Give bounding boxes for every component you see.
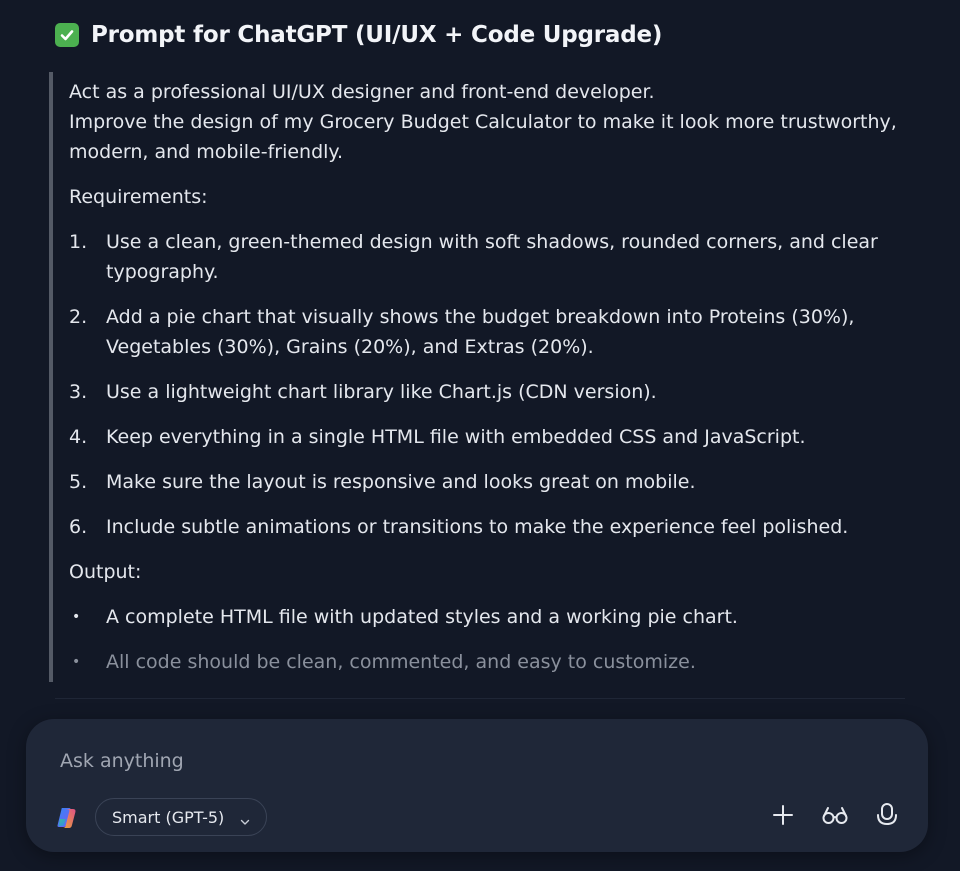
copilot-logo-icon (54, 805, 80, 831)
check-mark-button-icon (55, 23, 79, 47)
requirement-number: 3. (69, 381, 88, 403)
intro-line: modern, and mobile-friendly. (69, 141, 343, 163)
ask-input[interactable] (58, 743, 882, 779)
output-label: Output: (69, 561, 142, 583)
requirements-label: Requirements: (69, 186, 208, 208)
requirement-number: 2. (69, 306, 88, 328)
bullet-dot: • (72, 609, 81, 625)
requirement-text: Use a lightweight chart library like Cha… (106, 381, 657, 403)
requirement-number: 6. (69, 516, 88, 538)
divider (55, 698, 905, 699)
output-text: All code should be clean, commented, and… (106, 651, 696, 673)
requirement-number: 5. (69, 471, 88, 493)
chevron-down-icon (240, 812, 250, 825)
requirement-text: Include subtle animations or transitions… (106, 516, 849, 538)
requirement-text: Make sure the layout is responsive and l… (106, 471, 696, 493)
chat-composer: Smart (GPT-5) (26, 719, 928, 852)
response-heading: Prompt for ChatGPT (UI/UX + Code Upgrade… (55, 22, 662, 48)
heading-title: Prompt for ChatGPT (UI/UX + Code Upgrade… (91, 22, 663, 48)
requirement-number: 4. (69, 426, 88, 448)
microphone-icon (876, 802, 898, 832)
add-button[interactable] (767, 801, 799, 833)
intro-line: Act as a professional UI/UX designer and… (69, 81, 655, 103)
output-text: A complete HTML file with updated styles… (106, 606, 738, 628)
requirement-text: Vegetables (30%), Grains (20%), and Extr… (106, 336, 594, 358)
bullet-dot: • (72, 654, 81, 670)
prompt-blockquote: Act as a professional UI/UX designer and… (49, 72, 913, 682)
requirement-text: Use a clean, green-themed design with so… (106, 231, 878, 253)
intro-line: Improve the design of my Grocery Budget … (69, 111, 897, 133)
requirement-text: typography. (106, 261, 219, 283)
requirement-number: 1. (69, 231, 88, 253)
plus-icon (772, 804, 794, 830)
model-label: Smart (GPT-5) (112, 807, 225, 827)
requirement-text: Add a pie chart that visually shows the … (106, 306, 855, 328)
model-selector[interactable]: Smart (GPT-5) (95, 798, 268, 836)
glasses-icon (821, 804, 849, 830)
vision-button[interactable] (819, 801, 851, 833)
voice-button[interactable] (871, 801, 903, 833)
requirement-text: Keep everything in a single HTML file wi… (106, 426, 806, 448)
